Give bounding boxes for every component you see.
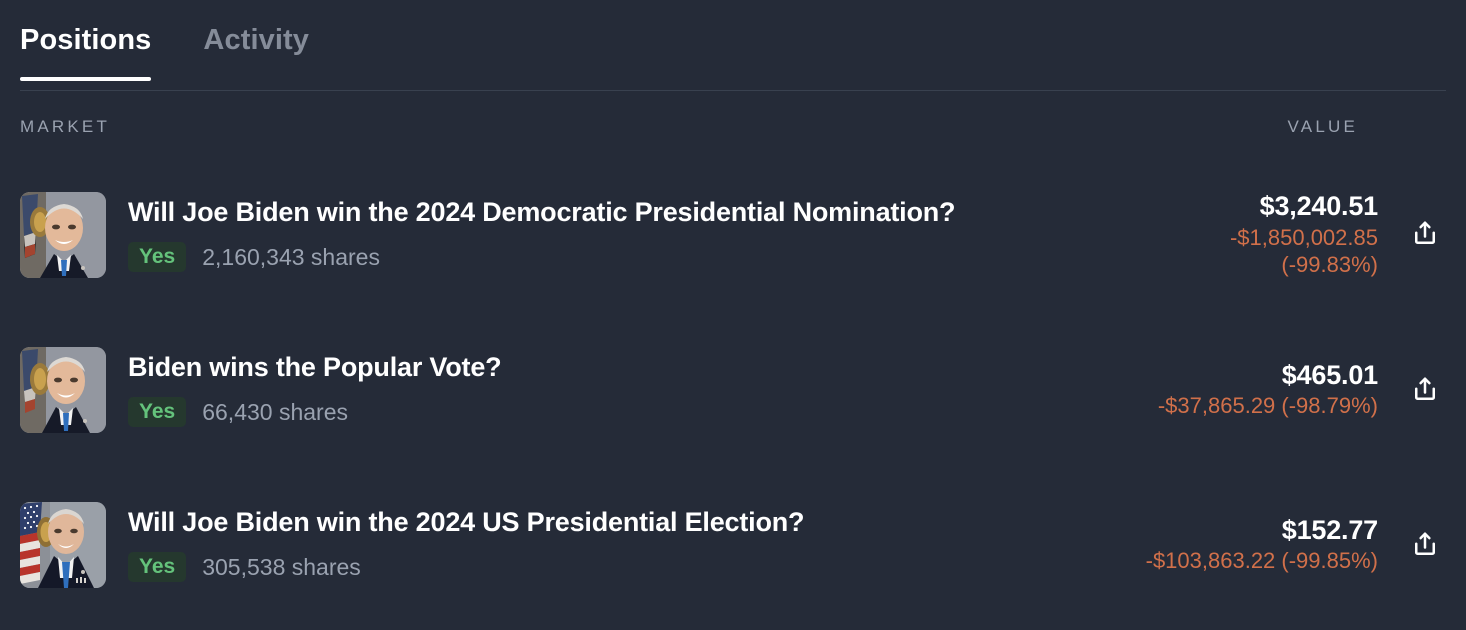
share-icon [1410,219,1440,249]
position-change-amount: -$1,850,002.85 [1229,224,1378,250]
market-subline: Yes 2,160,343 shares [128,242,955,273]
value-cell: $3,240.51 -$1,850,002.85 (-99.83%) [1230,190,1446,278]
position-change: -$103,863.22 (-99.85%) [1145,548,1378,574]
shares-count: 2,160,343 shares [202,243,380,270]
table-column-headers: MARKET VALUE [0,97,1466,157]
table-row[interactable]: Will Joe Biden win the 2024 US President… [20,467,1446,622]
share-button[interactable] [1404,524,1446,566]
market-text: Will Joe Biden win the 2024 US President… [128,506,805,583]
market-subline: Yes 66,430 shares [128,397,501,428]
position-value: $3,240.51 [1259,191,1379,222]
value-cell: $465.01 -$37,865.29 (-98.79%) [1158,359,1446,420]
market-cell[interactable]: Biden wins the Popular Vote? Yes 66,430 … [20,346,1134,433]
share-icon [1410,530,1440,560]
tab-bar-divider [20,90,1446,91]
table-row[interactable]: Biden wins the Popular Vote? Yes 66,430 … [20,312,1446,467]
outcome-badge: Yes [128,397,187,428]
market-title: Will Joe Biden win the 2024 Democratic P… [128,196,956,227]
tab-activity[interactable]: Activity [203,0,309,55]
share-button[interactable] [1404,213,1446,255]
market-cell[interactable]: Will Joe Biden win the 2024 US President… [20,501,1122,588]
tab-activity-label: Activity [203,24,309,56]
avatar [20,191,106,278]
shares-count: 66,430 shares [202,398,348,425]
position-change: -$1,850,002.85 (-99.83%) [1230,225,1378,279]
position-change-percent: (-99.83%) [1281,251,1378,277]
avatar [20,501,106,588]
tab-bar: Positions Activity [0,0,1466,97]
market-title: Will Joe Biden win the 2024 US President… [128,506,805,537]
outcome-badge: Yes [128,242,187,273]
position-change: -$37,865.29 (-98.79%) [1157,393,1378,419]
tab-positions[interactable]: Positions [20,0,152,81]
shares-count: 305,538 shares [202,553,361,580]
avatar [20,346,106,433]
market-cell[interactable]: Will Joe Biden win the 2024 Democratic P… [20,191,1206,278]
column-header-value: VALUE [1287,117,1358,136]
value-amounts: $152.77 -$103,863.22 (-99.85%) [1145,514,1379,575]
tab-positions-label: Positions [20,24,152,56]
share-button[interactable] [1404,369,1446,411]
share-icon [1410,375,1440,405]
column-header-market: MARKET [20,117,111,136]
outcome-badge: Yes [128,552,187,583]
market-text: Will Joe Biden win the 2024 Democratic P… [128,196,956,273]
market-text: Biden wins the Popular Vote? Yes 66,430 … [128,351,502,428]
table-row[interactable]: Will Joe Biden win the 2024 Democratic P… [20,157,1446,312]
market-subline: Yes 305,538 shares [128,552,804,583]
position-value: $152.77 [1281,514,1378,545]
market-title: Biden wins the Popular Vote? [128,351,502,382]
value-amounts: $465.01 -$37,865.29 (-98.79%) [1158,359,1378,420]
position-value: $465.01 [1281,359,1378,390]
value-cell: $152.77 -$103,863.22 (-99.85%) [1146,514,1446,575]
value-amounts: $3,240.51 -$1,850,002.85 (-99.83%) [1230,190,1378,278]
positions-list: Will Joe Biden win the 2024 Democratic P… [0,157,1466,622]
